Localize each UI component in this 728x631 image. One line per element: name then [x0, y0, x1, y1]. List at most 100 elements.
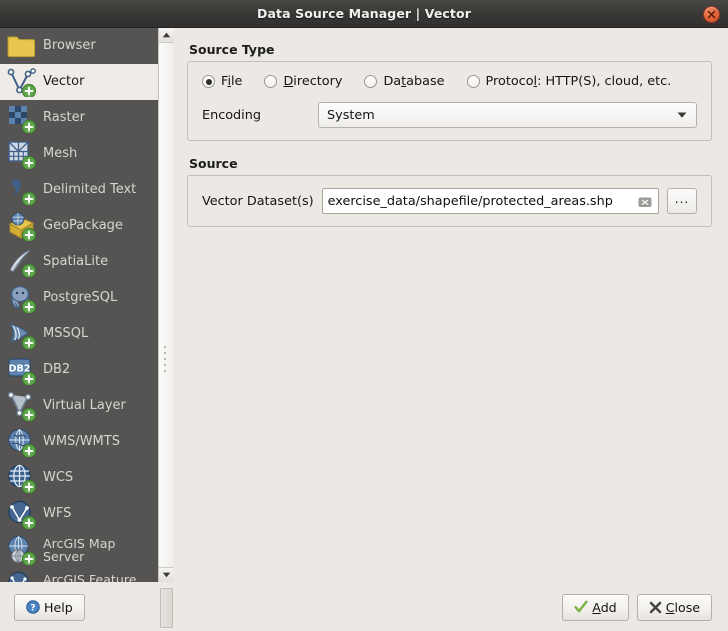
radio-indicator — [264, 75, 277, 88]
sidebar-item-label: Mesh — [43, 147, 77, 161]
sidebar-item-db2[interactable]: DB2 DB2 — [0, 352, 158, 388]
source-type-title: Source Type — [189, 42, 712, 57]
close-button[interactable]: Close — [637, 594, 712, 621]
chevron-down-icon — [677, 108, 687, 123]
panel-splitter-handle[interactable] — [162, 346, 167, 372]
delimited-text-icon — [6, 175, 36, 205]
radio-indicator — [467, 75, 480, 88]
dialog-button-bar: ? Help Add Close — [0, 582, 728, 631]
vector-dataset-row: Vector Dataset(s) exercise_data/shapefil… — [202, 188, 697, 214]
sidebar-item-arcgis-feature-server[interactable]: ArcGIS FeatureServer — [0, 568, 158, 582]
sidebar-item-label: DB2 — [43, 363, 70, 377]
sidebar-item-mesh[interactable]: Mesh — [0, 136, 158, 172]
sidebar-item-arcgis-map-server[interactable]: ArcGIS MapServer — [0, 532, 158, 568]
sidebar-item-label: PostgreSQL — [43, 291, 117, 305]
add-button-label: Add — [592, 600, 616, 615]
source-type-groupbox: File Directory Database Protocol: HTTP(S), … — [187, 61, 712, 141]
source-groupbox: Vector Dataset(s) exercise_data/shapefil… — [187, 175, 712, 227]
sidebar-item-label: Vector — [43, 75, 84, 89]
sidebar-list[interactable]: Browser Vector Raster Mesh Delimited Text Geo… — [0, 28, 158, 582]
add-button[interactable]: Add — [562, 594, 628, 621]
vector-dataset-input[interactable]: exercise_data/shapefile/protected_areas.… — [322, 188, 659, 214]
source-type-radio-group[interactable]: File Directory Database Protocol: HTTP(S), … — [202, 74, 697, 89]
main-spacer — [187, 227, 712, 582]
scrollbar-thumb[interactable] — [160, 588, 173, 628]
sidebar-item-label: Virtual Layer — [43, 399, 126, 413]
arcgis-feature-server-icon — [6, 571, 36, 582]
check-icon — [574, 600, 588, 614]
help-button-label: Help — [44, 600, 73, 615]
cross-icon — [649, 601, 662, 614]
source-type-radio-directory[interactable]: Directory — [264, 74, 342, 89]
sidebar-scrollbar[interactable] — [158, 28, 173, 582]
sidebar-item-delimited-text[interactable]: Delimited Text — [0, 172, 158, 208]
spatialite-icon — [6, 247, 36, 277]
source-type-radio-protocol[interactable]: Protocol: HTTP(S), cloud, etc. — [467, 74, 672, 89]
sidebar: Browser Vector Raster Mesh Delimited Text Geo… — [0, 28, 173, 582]
sidebar-item-raster[interactable]: Raster — [0, 100, 158, 136]
window-close-button[interactable] — [703, 6, 720, 23]
scroll-down-arrow-icon — [162, 572, 171, 578]
browse-button[interactable]: ... — [667, 188, 697, 214]
sidebar-item-vector[interactable]: Vector — [0, 64, 158, 100]
postgresql-icon — [6, 283, 36, 313]
help-button[interactable]: ? Help — [14, 594, 85, 621]
sidebar-item-label: Delimited Text — [43, 183, 136, 197]
encoding-row: Encoding System — [202, 102, 697, 128]
sidebar-item-spatialite[interactable]: SpatiaLite — [0, 244, 158, 280]
folder-icon — [6, 31, 36, 61]
scrollbar-up-button[interactable] — [159, 28, 174, 43]
sidebar-item-wfs[interactable]: WFS — [0, 496, 158, 532]
source-title: Source — [189, 156, 712, 171]
sidebar-item-label: SpatiaLite — [43, 255, 108, 269]
sidebar-item-geopackage[interactable]: GeoPackage — [0, 208, 158, 244]
sidebar-item-label: GeoPackage — [43, 219, 123, 233]
sidebar-item-mssql[interactable]: MSSQL — [0, 316, 158, 352]
sidebar-item-wms-wmts[interactable]: WMS/WMTS — [0, 424, 158, 460]
wms-wmts-icon — [6, 427, 36, 457]
scrollbar-track[interactable] — [159, 43, 173, 567]
close-icon — [707, 10, 716, 19]
raster-icon — [6, 103, 36, 133]
help-icon: ? — [26, 600, 40, 614]
sidebar-item-label: ArcGIS FeatureServer — [43, 573, 137, 582]
window-title: Data Source Manager | Vector — [257, 6, 471, 21]
sidebar-item-label: ArcGIS MapServer — [43, 537, 116, 563]
main-panel: Source Type File Directory Database Protoco… — [173, 28, 728, 582]
scroll-up-arrow-icon — [162, 32, 171, 38]
close-button-label: Close — [666, 600, 700, 615]
sidebar-item-virtual-layer[interactable]: Virtual Layer — [0, 388, 158, 424]
vector-dataset-label: Vector Dataset(s) — [202, 194, 314, 209]
source-type-radio-database[interactable]: Database — [364, 74, 444, 89]
radio-label: Database — [383, 74, 444, 89]
sidebar-item-label: Raster — [43, 111, 85, 125]
clear-icon[interactable] — [638, 194, 652, 208]
sidebar-item-label: MSSQL — [43, 327, 88, 341]
virtual-layer-icon — [6, 391, 36, 421]
db2-icon: DB2 — [6, 355, 36, 385]
title-bar: Data Source Manager | Vector — [0, 0, 728, 28]
data-source-manager-dialog: Data Source Manager | Vector Browser Vect… — [0, 0, 728, 631]
encoding-label: Encoding — [202, 108, 318, 123]
scrollbar-down-button[interactable] — [159, 567, 174, 582]
sidebar-item-label: WFS — [43, 507, 71, 521]
radio-indicator — [202, 75, 215, 88]
svg-text:?: ? — [30, 603, 35, 613]
arcgis-map-server-icon — [6, 535, 36, 565]
sidebar-item-wcs[interactable]: WCS — [0, 460, 158, 496]
wcs-icon — [6, 463, 36, 493]
vector-icon — [6, 67, 36, 97]
radio-label: Protocol: HTTP(S), cloud, etc. — [486, 74, 672, 89]
radio-label: Directory — [283, 74, 342, 89]
mssql-icon — [6, 319, 36, 349]
radio-indicator — [364, 75, 377, 88]
encoding-value: System — [327, 108, 375, 123]
source-type-radio-file[interactable]: File — [202, 74, 242, 89]
dialog-actions: Add Close — [562, 594, 712, 621]
radio-label: File — [221, 74, 242, 89]
sidebar-item-browser[interactable]: Browser — [0, 28, 158, 64]
dialog-body: Browser Vector Raster Mesh Delimited Text Geo… — [0, 28, 728, 582]
sidebar-item-postgresql[interactable]: PostgreSQL — [0, 280, 158, 316]
vector-dataset-value: exercise_data/shapefile/protected_areas.… — [328, 194, 634, 209]
encoding-select[interactable]: System — [318, 102, 697, 128]
